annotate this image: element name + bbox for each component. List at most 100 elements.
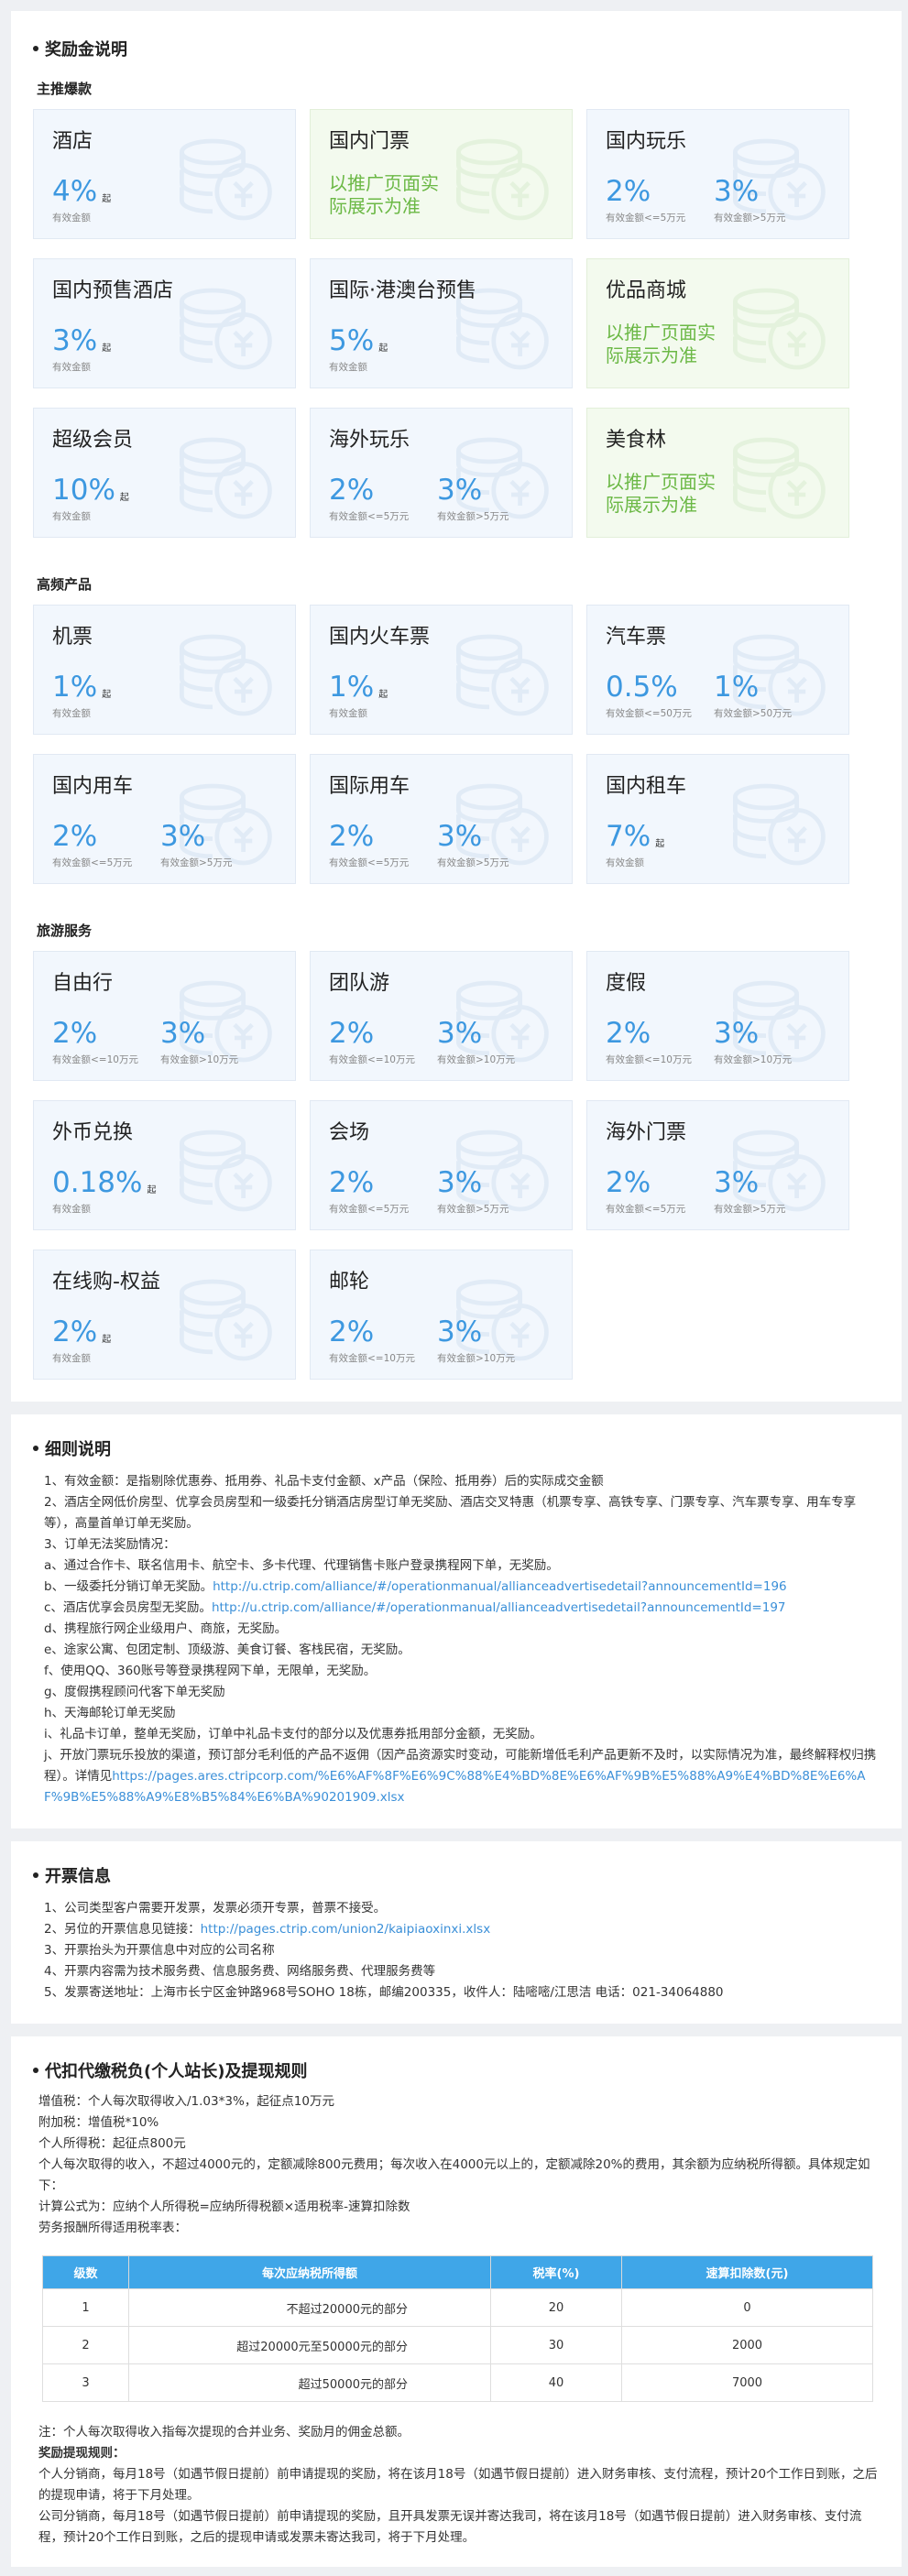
rate-group: 2% 有效金额<=10万元 3% 有效金额>10万元 [329, 1316, 555, 1365]
rate-value: 3% [52, 324, 98, 357]
rate-value: 3% [437, 820, 483, 853]
reward-card: 海外玩乐 2% 有效金额<=5万元 3% 有效金额>5万元 [310, 408, 573, 538]
rule-line: i、礼品卡订单，整单无奖励，订单中礼品卡支付的部分以及优惠券抵用部分金额，无奖励… [44, 1727, 542, 1741]
rate-group: 10% 起有效金额 [52, 475, 279, 523]
rate-note: 有效金额>10万元 [437, 1054, 516, 1065]
card-title: 国内玩乐 [606, 130, 687, 153]
invoice-line: 1、公司类型客户需要开发票，发票必须开专票，普票不接受。 [44, 1901, 387, 1916]
invoice-line: 5、发票寄送地址：上海市长宁区金钟路968号SOHO 18栋，邮编200335，… [44, 1985, 724, 2000]
tax-intro-line: 增值税：个人每次取得收入/1.03*3%，起征点10万元 [38, 2094, 334, 2109]
rate-group: 2% 有效金额<=10万元 3% 有效金额>10万元 [606, 1018, 832, 1066]
rule-line: g、度假携程顾问代客下单无奖励 [44, 1685, 225, 1699]
rate-item: 7% 起有效金额 [606, 821, 714, 869]
rate-value: 7% [606, 820, 651, 853]
rate-value: 3% [437, 1166, 483, 1199]
invoice-line: 2、另位的开票信息见链接：http://pages.ctrip.com/unio… [44, 1919, 880, 1940]
rate-note: 有效金额>5万元 [437, 1204, 509, 1215]
card-title: 邮轮 [329, 1271, 370, 1293]
rate-note: 有效金额>5万元 [714, 1204, 786, 1215]
rate-value: 1% [714, 671, 760, 704]
rate-group: 2% 起有效金额 [52, 1316, 279, 1365]
rate-item: 10% 起有效金额 [52, 475, 160, 523]
rate-item: 3% 有效金额>5万元 [714, 176, 822, 224]
rate-note: 有效金额>50万元 [714, 708, 793, 719]
rate-suffix: 起 [378, 344, 388, 354]
rate-item: 5% 起有效金额 [329, 325, 437, 374]
tax-intro-lines: 增值税：个人每次取得收入/1.03*3%，起征点10万元 附加税：增值税*10% 个… [33, 2091, 880, 2239]
rate-suffix: 起 [102, 1335, 112, 1345]
rate-note: 有效金额>5万元 [437, 857, 509, 868]
rate-line: 3% [714, 1167, 822, 1198]
reward-card: 团队游 2% 有效金额<=10万元 3% 有效金额>10万元 [310, 951, 573, 1081]
rule-line: a、通过合作卡、联名信用卡、航空卡、多卡代理、代理销售卡账户登录携程网下单，无奖… [44, 1558, 559, 1573]
rules-panel: 细则说明 1、有效金额：是指剔除优惠券、抵用券、礼品卡支付金额、x产品（保险、抵… [11, 1414, 902, 1828]
rate-note: 有效金额<=5万元 [329, 1204, 410, 1215]
document-link[interactable]: http://pages.ctrip.com/union2/kaipiaoxin… [201, 1922, 491, 1937]
invoice-panel: 开票信息 1、公司类型客户需要开发票，发票必须开专票，普票不接受。 2、另位的开票… [11, 1841, 902, 2024]
tax-title: 代扣代缴税负(个人站长)及提现规则 [33, 2058, 880, 2082]
tax-intro-line: 个人每次取得的收入，不超过4000元的，定额减除800元费用；每次收入在4000… [38, 2157, 870, 2193]
bullet-dot [33, 1446, 38, 1451]
rate-line: 3% [160, 1018, 268, 1049]
reward-title: 奖励金说明 [33, 37, 880, 60]
rate-group: 2% 有效金额<=5万元 3% 有效金额>5万元 [606, 176, 832, 224]
table-row: 3 超过50000元的部分 40 7000 [42, 2363, 873, 2402]
bullet-dot [33, 2068, 38, 2073]
rate-group: 3% 起有效金额 [52, 325, 279, 374]
rate-item: 2% 有效金额<=5万元 [329, 475, 437, 523]
line-text: 2、另位的开票信息见链接： [44, 1922, 201, 1937]
table-cell: 不超过20000元的部分 [128, 2288, 491, 2327]
rate-item: 0.5% 有效金额<=50万元 [606, 671, 714, 720]
rate-line: 2% [606, 1167, 714, 1198]
rate-line: 3% [437, 475, 545, 506]
rate-value: 2% [52, 1315, 98, 1348]
rate-note: 有效金额<=5万元 [606, 213, 686, 224]
rate-suffix: 起 [655, 839, 665, 849]
rate-value: 0.18% [52, 1166, 143, 1199]
rate-line: 2% [329, 475, 437, 506]
rate-value: 2% [329, 474, 375, 507]
rate-item: 3% 有效金额>5万元 [437, 475, 545, 523]
rate-item: 3% 有效金额>10万元 [714, 1018, 822, 1066]
document-link[interactable]: http://u.ctrip.com/alliance/#/operationm… [213, 1579, 787, 1594]
rate-value: 3% [714, 1017, 760, 1050]
tax-intro-line: 计算公式为：应纳个人所得税=应纳所得税额×适用税率-速算扣除数 [38, 2199, 410, 2214]
rate-group: 2% 有效金额<=5万元 3% 有效金额>5万元 [329, 475, 555, 523]
reward-card-grid: 机票 1% 起有效金额 国内火车票 1% 起有效金额 汽车票 0.5% 有效金额<=50万元 1%… [33, 605, 880, 884]
rule-line: c、酒店优享会员房型无奖励。http://u.ctrip.com/allianc… [44, 1598, 880, 1619]
document-link[interactable]: https://pages.ares.ctripcorp.com/%E6%AF%… [44, 1769, 865, 1805]
rate-value: 0.5% [606, 671, 678, 704]
rate-line: 0.5% [606, 671, 714, 703]
rate-item: 3% 有效金额>5万元 [437, 821, 545, 869]
rate-line: 1% 起 [52, 671, 160, 703]
rate-item: 3% 有效金额>10万元 [437, 1316, 545, 1365]
reward-card: 超级会员 10% 起有效金额 [33, 408, 296, 538]
reward-card: 自由行 2% 有效金额<=10万元 3% 有效金额>10万元 [33, 951, 296, 1081]
rate-item: 3% 起有效金额 [52, 325, 160, 374]
promo-text: 以推广页面实际展示为准 [606, 322, 716, 366]
card-title: 超级会员 [52, 429, 134, 452]
rate-suffix: 起 [378, 690, 388, 700]
card-title: 国内门票 [329, 130, 410, 153]
tax-intro-line: 劳务报酬所得适用税率表： [38, 2221, 187, 2235]
rate-value: 2% [329, 1315, 375, 1348]
rate-line: 2% [329, 1316, 437, 1348]
rate-value: 2% [606, 1166, 651, 1199]
card-title: 团队游 [329, 972, 390, 995]
rate-value: 4% [52, 175, 98, 208]
rate-group: 0.18% 起有效金额 [52, 1167, 279, 1216]
reward-card: 外币兑换 0.18% 起有效金额 [33, 1100, 296, 1230]
rate-value: 2% [606, 175, 651, 208]
reward-panel: 奖励金说明 主推爆款 酒店 4% 起有效金额 国内门票 以推广页面实际展示为准 国内玩乐 2%… [11, 11, 902, 1402]
reward-card: 机票 1% 起有效金额 [33, 605, 296, 735]
rate-value: 3% [714, 1166, 760, 1199]
document-link[interactable]: http://u.ctrip.com/alliance/#/operationm… [212, 1600, 786, 1615]
rate-group: 0.5% 有效金额<=50万元 1% 有效金额>50万元 [606, 671, 832, 720]
rules-lines: 1、有效金额：是指剔除优惠券、抵用券、礼品卡支付金额、x产品（保险、抵用券）后的… [33, 1471, 880, 1808]
line-text: c、酒店优享会员房型无奖励。 [44, 1600, 212, 1615]
rate-line: 3% [437, 1018, 545, 1049]
rate-value: 3% [714, 175, 760, 208]
rule-line: 2、酒店全网低价房型、优享会员房型和一级委托分销酒店房型订单无奖励、酒店交叉特惠… [44, 1495, 857, 1531]
reward-sections: 主推爆款 酒店 4% 起有效金额 国内门票 以推广页面实际展示为准 国内玩乐 2% 有效金额<=… [33, 79, 880, 1380]
rate-item: 3% 有效金额>5万元 [160, 821, 268, 869]
